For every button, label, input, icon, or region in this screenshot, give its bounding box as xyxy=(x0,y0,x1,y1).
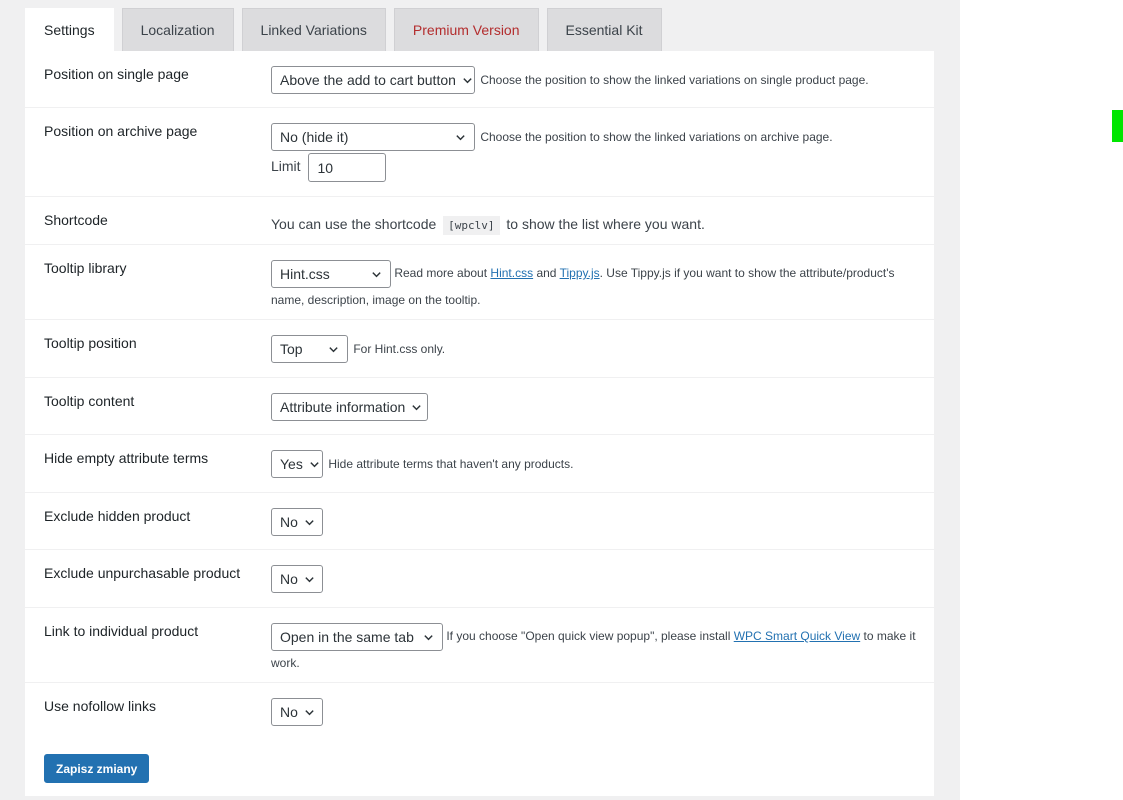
shortcode-text-after: to show the list where you want. xyxy=(506,216,705,232)
save-changes-button[interactable]: Zapisz zmiany xyxy=(44,754,150,783)
tooltip-position-select[interactable]: Top xyxy=(271,335,348,363)
setting-label: Link to individual product xyxy=(44,623,199,639)
setting-description: Hide attribute terms that haven't any pr… xyxy=(328,457,574,471)
setting-row-archive-page: Position on archive page No (hide it) Ch… xyxy=(25,108,934,197)
tab-localization[interactable]: Localization xyxy=(121,8,234,51)
setting-label: Hide empty attribute terms xyxy=(44,450,209,466)
single-page-position-select[interactable]: Above the add to cart button xyxy=(271,66,475,94)
tippy-js-link[interactable]: Tippy.js xyxy=(560,266,600,280)
hint-css-link[interactable]: Hint.css xyxy=(490,266,533,280)
shortcode-code: [wpclv] xyxy=(443,216,500,235)
setting-row-exclude-unpurchasable: Exclude unpurchasable product No xyxy=(25,550,934,608)
setting-label: Exclude unpurchasable product xyxy=(44,565,241,581)
setting-description: Choose the position to show the linked v… xyxy=(480,130,833,144)
setting-row-single-page: Position on single page Above the add to… xyxy=(25,51,934,108)
chevron-down-icon xyxy=(310,461,319,467)
setting-label: Position on archive page xyxy=(44,123,198,139)
select-value: Attribute information xyxy=(280,399,406,415)
select-value: Top xyxy=(280,341,303,357)
setting-label: Exclude hidden product xyxy=(44,508,191,524)
tooltip-library-desc-prefix: Read more about xyxy=(394,266,488,281)
setting-label: Shortcode xyxy=(44,212,108,228)
setting-row-tooltip-library: Tooltip library Hint.css Read more about… xyxy=(25,245,934,320)
chevron-down-icon xyxy=(372,271,381,277)
chevron-down-icon xyxy=(456,134,465,140)
status-indicator xyxy=(1112,110,1123,142)
tab-settings[interactable]: Settings xyxy=(25,8,114,51)
tooltip-content-select[interactable]: Attribute information xyxy=(271,393,428,421)
chevron-down-icon xyxy=(463,77,472,83)
select-value: Above the add to cart button xyxy=(280,72,456,88)
setting-description: For Hint.css only. xyxy=(353,342,446,356)
settings-tabs: Settings Localization Linked Variations … xyxy=(25,8,662,51)
setting-row-exclude-hidden: Exclude hidden product No xyxy=(25,493,934,550)
limit-label: Limit xyxy=(271,158,301,175)
setting-row-shortcode: Shortcode You can use the shortcode [wpc… xyxy=(25,197,934,245)
wpc-smart-quick-view-link[interactable]: WPC Smart Quick View xyxy=(734,629,860,643)
select-value: No xyxy=(280,704,298,720)
archive-page-position-select[interactable]: No (hide it) xyxy=(271,123,475,151)
shortcode-text-before: You can use the shortcode xyxy=(271,216,437,232)
select-value: Hint.css xyxy=(280,266,330,282)
setting-row-tooltip-content: Tooltip content Attribute information xyxy=(25,378,934,435)
setting-label: Use nofollow links xyxy=(44,698,157,714)
chevron-down-icon xyxy=(424,634,433,640)
link-individual-desc-prefix: If you choose "Open quick view popup", p… xyxy=(446,629,731,644)
setting-row-nofollow: Use nofollow links No xyxy=(25,683,934,740)
select-value: Open in the same tab xyxy=(280,629,414,645)
link-individual-select[interactable]: Open in the same tab xyxy=(271,623,443,651)
select-value: No xyxy=(280,514,298,530)
setting-row-tooltip-position: Tooltip position Top For Hint.css only. xyxy=(25,320,934,378)
setting-label: Tooltip library xyxy=(44,260,127,276)
setting-label: Tooltip position xyxy=(44,335,137,351)
nofollow-select[interactable]: No xyxy=(271,698,323,726)
chevron-down-icon xyxy=(412,404,421,410)
tab-linked-variations[interactable]: Linked Variations xyxy=(241,8,386,51)
setting-description: Choose the position to show the linked v… xyxy=(480,73,869,87)
tab-essential-kit[interactable]: Essential Kit xyxy=(546,8,662,51)
tooltip-library-desc-and: and xyxy=(536,266,557,281)
setting-label: Tooltip content xyxy=(44,393,135,409)
select-value: Yes xyxy=(280,456,303,472)
tab-premium-version[interactable]: Premium Version xyxy=(393,8,539,51)
setting-row-link-individual: Link to individual product Open in the s… xyxy=(25,608,934,683)
limit-input[interactable] xyxy=(308,153,387,182)
setting-row-hide-empty: Hide empty attribute terms Yes Hide attr… xyxy=(25,435,934,493)
select-value: No (hide it) xyxy=(280,129,349,145)
tooltip-library-select[interactable]: Hint.css xyxy=(271,260,391,288)
chevron-down-icon xyxy=(329,346,338,352)
settings-panel: Position on single page Above the add to… xyxy=(25,51,934,796)
exclude-hidden-select[interactable]: No xyxy=(271,508,323,536)
select-value: No xyxy=(280,571,298,587)
hide-empty-select[interactable]: Yes xyxy=(271,450,323,478)
exclude-unpurchasable-select[interactable]: No xyxy=(271,565,323,593)
setting-label: Position on single page xyxy=(44,66,189,82)
chevron-down-icon xyxy=(305,709,314,715)
chevron-down-icon xyxy=(305,576,314,582)
chevron-down-icon xyxy=(305,519,314,525)
